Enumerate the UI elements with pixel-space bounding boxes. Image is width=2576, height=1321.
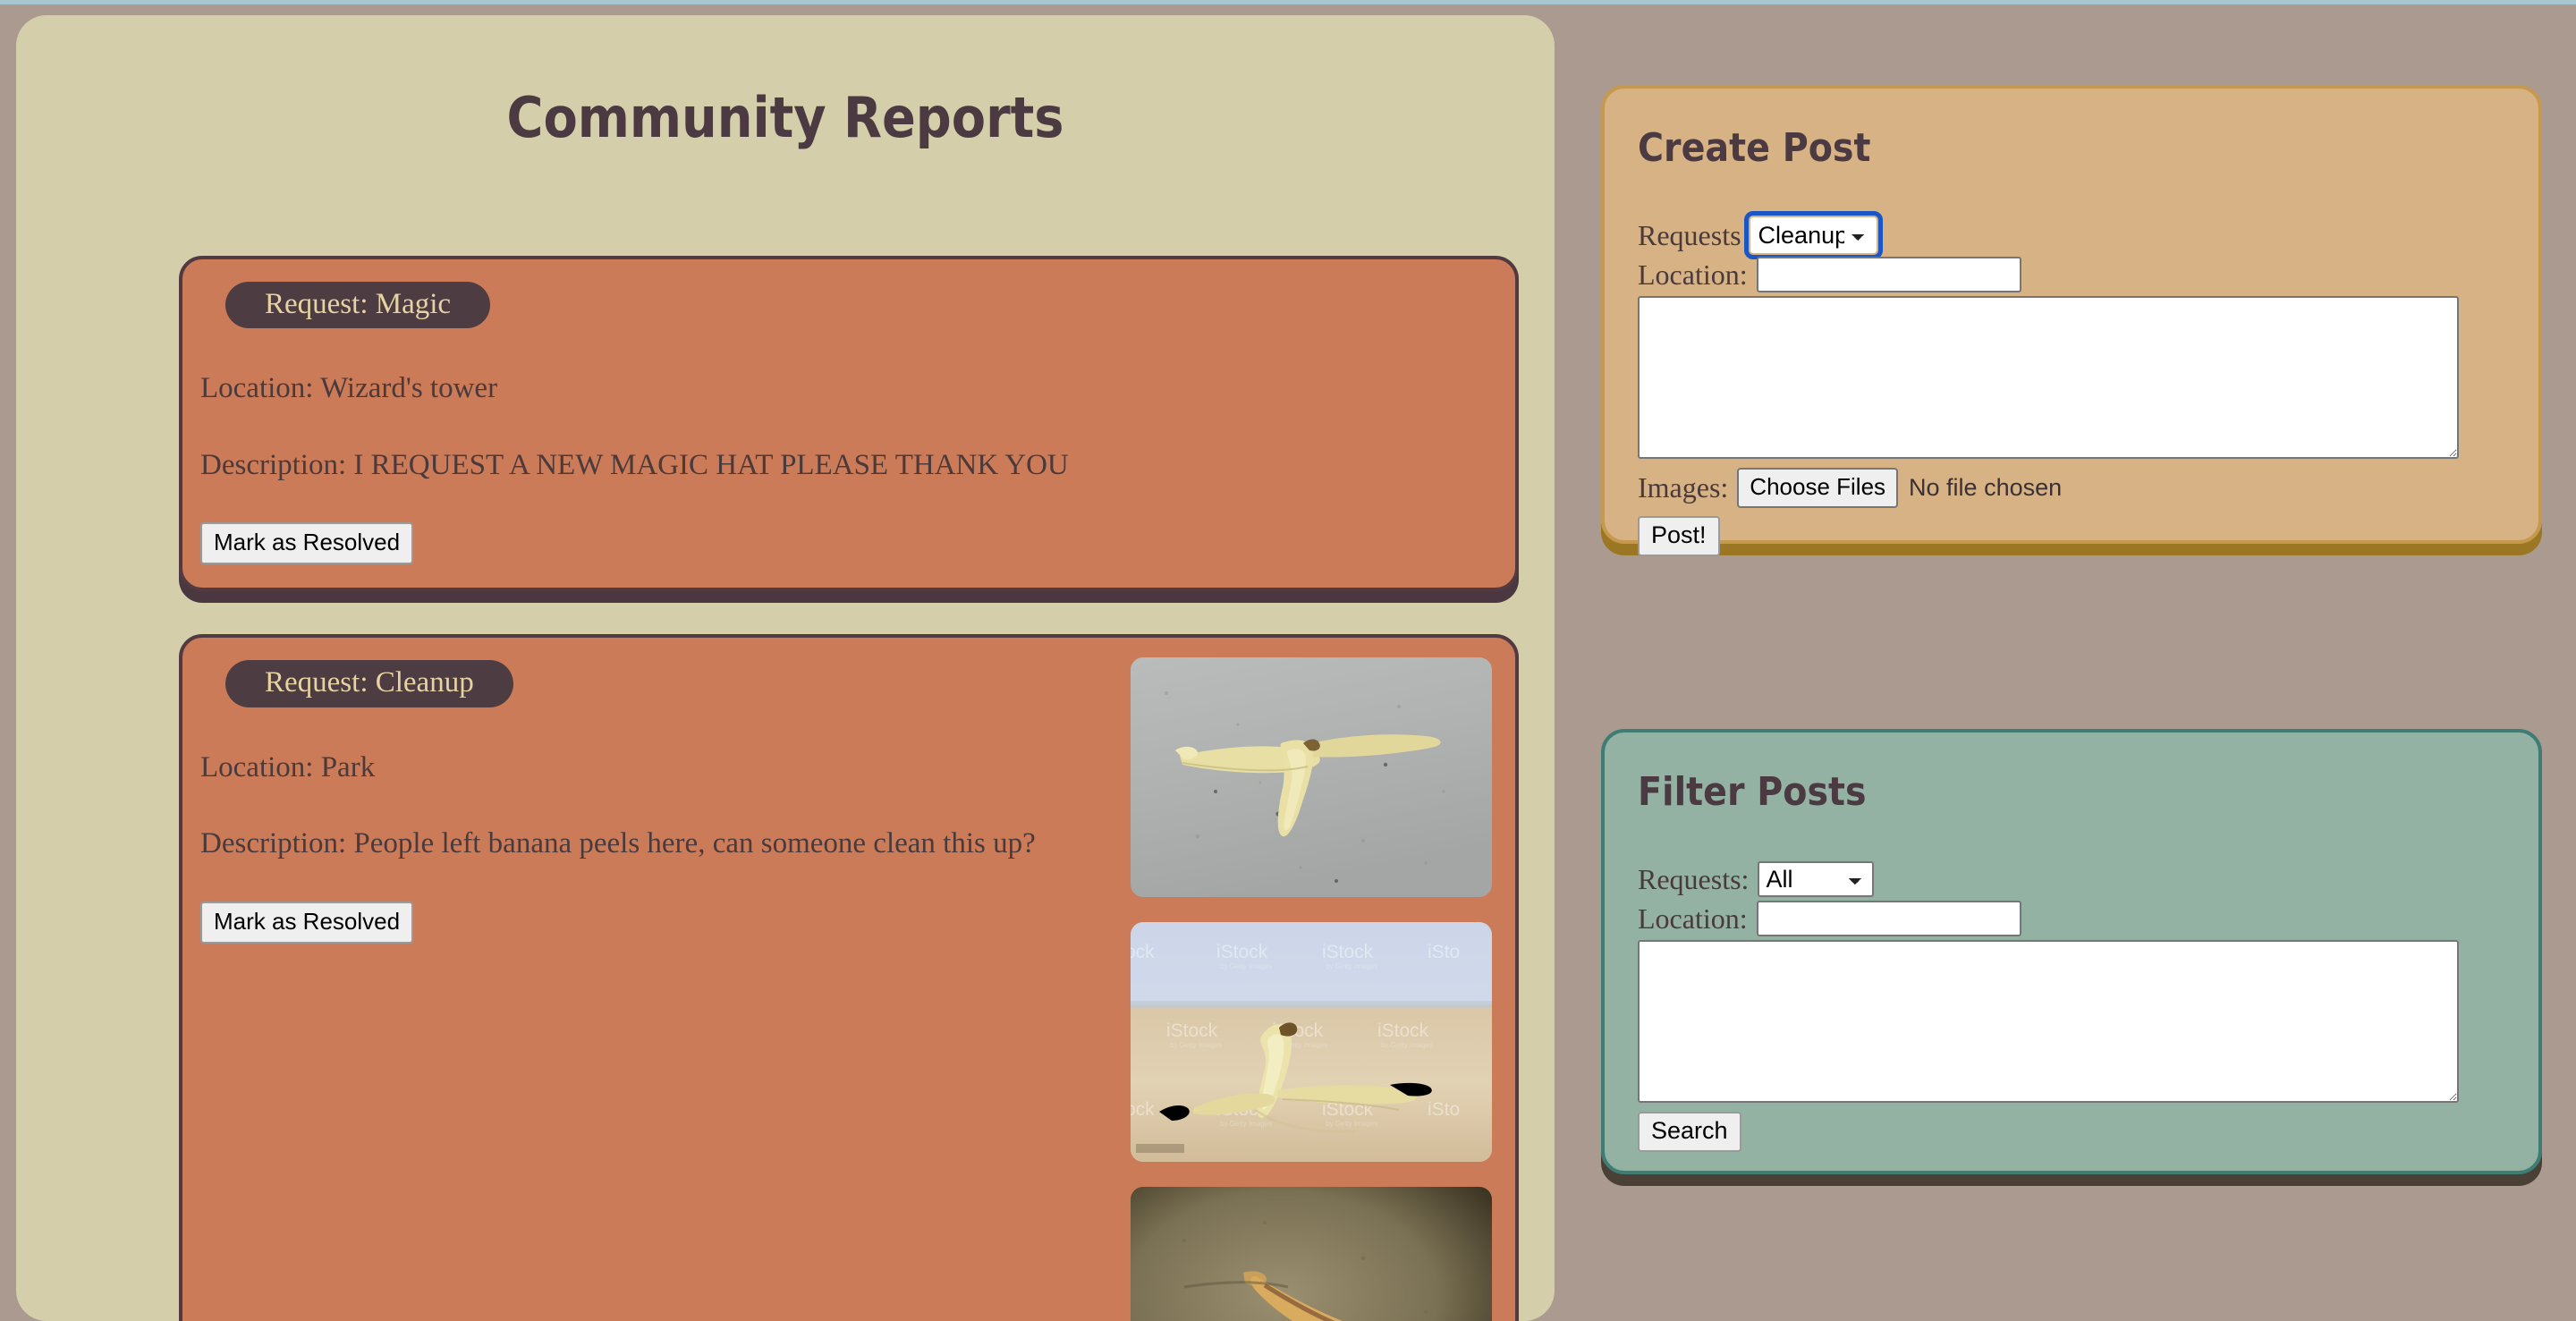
post-image-banana-peel-dark-ground[interactable] (1131, 1187, 1492, 1321)
post-content: Request: Magic Location: Wizard's tower … (200, 279, 1492, 564)
posts-list: Request: Magic Location: Wizard's tower … (16, 256, 1555, 1321)
search-button[interactable]: Search (1638, 1112, 1741, 1152)
svg-text:by Getty Images: by Getty Images (1220, 1120, 1272, 1128)
create-post-panel: Create Post Requests Cleanup Location: I… (1601, 85, 2542, 544)
create-location-input[interactable] (1757, 257, 2021, 292)
svg-text:ock: ock (1131, 1099, 1155, 1120)
svg-text:iStock: iStock (1166, 1020, 1218, 1041)
post-location: Location: Park (200, 750, 1109, 786)
filter-description-textarea[interactable] (1638, 940, 2459, 1103)
create-post-title: Create Post (1638, 125, 2512, 171)
post-image-gallery: ock iStock iStock iSto iStock iStock iSt… (1131, 657, 1492, 1321)
post-submit-button[interactable]: Post! (1638, 516, 1720, 556)
post-image-banana-peel-concrete[interactable] (1131, 657, 1492, 897)
post-location: Location: Wizard's tower (200, 371, 1492, 407)
filter-location-input[interactable] (1757, 901, 2021, 936)
filter-posts-panel: Filter Posts Requests: All Location: Sea… (1601, 729, 2542, 1174)
sidebar: Create Post Requests Cleanup Location: I… (1601, 4, 2576, 1309)
filter-requests-row: Requests: All (1638, 861, 2512, 897)
svg-text:ock: ock (1131, 942, 1155, 962)
choose-files-button[interactable]: Choose Files (1737, 468, 1898, 508)
create-images-row: Images: Choose Files No file chosen (1638, 468, 2512, 508)
svg-text:by Getty Images: by Getty Images (1326, 1120, 1377, 1128)
svg-text:iSto: iSto (1428, 942, 1460, 962)
browser-top-strip (0, 0, 2576, 4)
community-reports-panel: Community Reports Request: Magic Locatio… (16, 15, 1555, 1321)
post-content: Request: Cleanup Location: Park Descript… (200, 657, 1109, 943)
post-card[interactable]: Request: Cleanup Location: Park Descript… (179, 634, 1519, 1321)
create-requests-row: Requests Cleanup (1638, 217, 2512, 253)
svg-text:by Getty Images: by Getty Images (1170, 1041, 1222, 1049)
filter-requests-label: Requests: (1638, 863, 1749, 896)
post-image-banana-peel-sand[interactable]: ock iStock iStock iSto iStock iStock iSt… (1131, 922, 1492, 1162)
post-description: Description: I REQUEST A NEW MAGIC HAT P… (200, 448, 1492, 484)
mark-as-resolved-button[interactable]: Mark as Resolved (200, 522, 413, 564)
status-badge: Request: Cleanup (225, 660, 513, 707)
mark-as-resolved-button[interactable]: Mark as Resolved (200, 902, 413, 944)
page-root: Community Reports Request: Magic Locatio… (0, 4, 2576, 1309)
svg-text:by Getty Images: by Getty Images (1381, 1041, 1433, 1049)
filter-location-row: Location: (1638, 901, 2512, 936)
status-badge: Request: Magic (225, 282, 490, 328)
svg-text:iStock: iStock (1377, 1020, 1429, 1041)
file-status-text: No file chosen (1909, 474, 2062, 502)
post-description: Description: People left banana peels he… (200, 826, 1109, 862)
svg-text:iSto: iSto (1428, 1099, 1460, 1120)
svg-text:by Getty Images: by Getty Images (1220, 962, 1272, 970)
create-images-label: Images: (1638, 471, 1728, 504)
create-description-textarea[interactable] (1638, 296, 2459, 459)
filter-posts-form: Requests: All Location: Search (1638, 861, 2512, 1152)
filter-posts-title: Filter Posts (1638, 769, 2512, 815)
create-requests-select[interactable]: Cleanup (1750, 217, 1877, 253)
create-requests-label: Requests (1638, 219, 1741, 252)
post-card[interactable]: Request: Magic Location: Wizard's tower … (179, 256, 1519, 591)
create-location-row: Location: (1638, 257, 2512, 292)
filter-requests-select[interactable]: All (1758, 861, 1874, 897)
create-post-form: Requests Cleanup Location: Images: Choos… (1638, 217, 2512, 556)
create-location-label: Location: (1638, 258, 1748, 292)
page-title: Community Reports (16, 15, 1555, 150)
svg-text:iStock: iStock (1322, 942, 1374, 962)
filter-location-label: Location: (1638, 902, 1748, 936)
svg-text:by Getty Images: by Getty Images (1326, 962, 1377, 970)
svg-text:iStock: iStock (1216, 942, 1268, 962)
